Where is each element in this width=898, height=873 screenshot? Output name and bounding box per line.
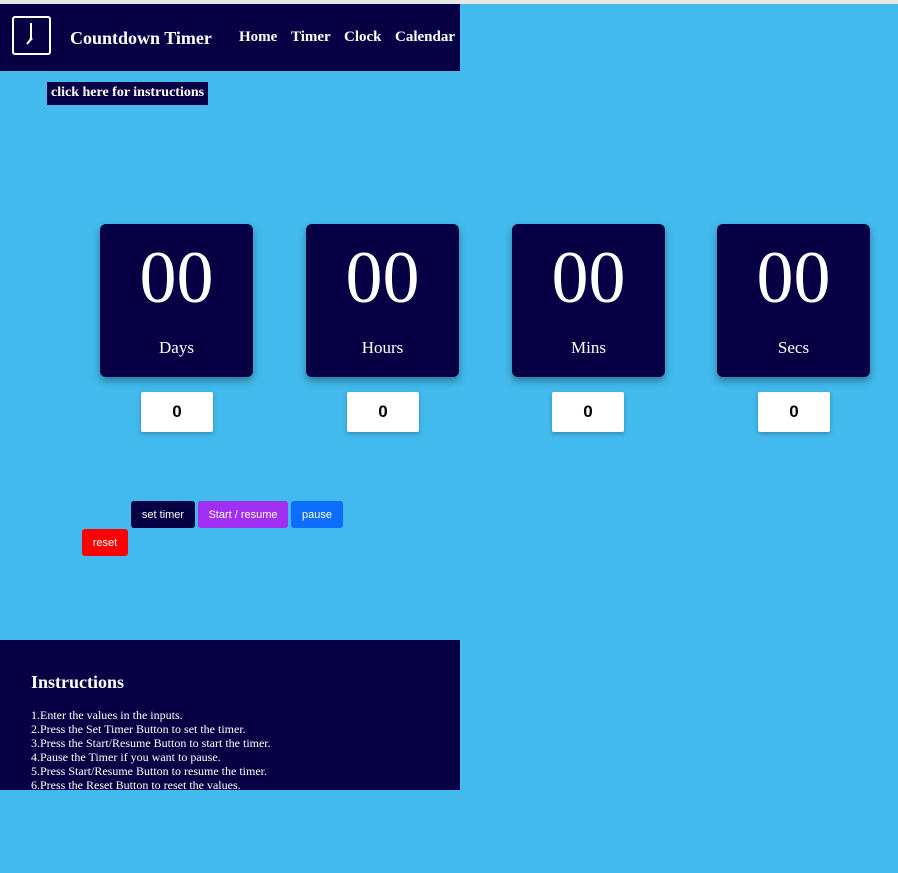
hours-input[interactable]	[347, 392, 419, 432]
secs-label: Secs	[777, 338, 810, 357]
days-value: 00	[139, 237, 214, 319]
instruction-step: 5.Press Start/Resume Button to resume th…	[31, 764, 267, 778]
days-card: 00 Days	[100, 224, 253, 377]
instruction-step: 2.Press the Set Timer Button to set the …	[31, 722, 246, 736]
instructions-panel: Instructions 1.Enter the values in the i…	[0, 640, 460, 792]
mins-input[interactable]	[552, 392, 624, 432]
nav-timer[interactable]: Timer	[291, 29, 331, 46]
start-resume-button[interactable]: Start / resume	[198, 501, 288, 528]
nav-calendar[interactable]: Calendar	[395, 29, 455, 46]
set-timer-button[interactable]: set timer	[131, 501, 195, 528]
mins-value: 00	[551, 237, 626, 319]
hours-label: Hours	[361, 338, 404, 357]
instruction-step: 6.Press the Reset Button to reset the va…	[31, 778, 241, 792]
nav-home[interactable]: Home	[239, 29, 277, 46]
pause-button[interactable]: pause	[291, 501, 343, 528]
secs-input[interactable]	[758, 392, 830, 432]
secs-value: 00	[756, 237, 831, 319]
hours-card: 00 Hours	[306, 224, 459, 377]
instructions-list: 1.Enter the values in the inputs. 2.Pres…	[31, 708, 271, 792]
mins-card: 00 Mins	[512, 224, 665, 377]
instructions-title: Instructions	[31, 672, 125, 692]
brand-title: Countdown Timer	[70, 28, 212, 48]
days-label: Days	[159, 338, 194, 357]
days-input[interactable]	[141, 392, 213, 432]
instruction-step: 4.Pause the Timer if you want to pause.	[31, 750, 221, 764]
nav-clock[interactable]: Clock	[344, 29, 382, 46]
secs-card: 00 Secs	[717, 224, 870, 377]
instruction-step: 3.Press the Start/Resume Button to start…	[31, 736, 271, 750]
hours-value: 00	[345, 237, 420, 319]
navbar: Countdown Timer Home Timer Clock Calenda…	[0, 4, 460, 71]
reset-button[interactable]: reset	[82, 529, 128, 556]
instruction-step: 1.Enter the values in the inputs.	[31, 708, 183, 722]
mins-label: Mins	[571, 338, 606, 357]
clock-icon[interactable]	[12, 16, 51, 55]
instructions-link[interactable]: click here for instructions	[47, 82, 209, 105]
